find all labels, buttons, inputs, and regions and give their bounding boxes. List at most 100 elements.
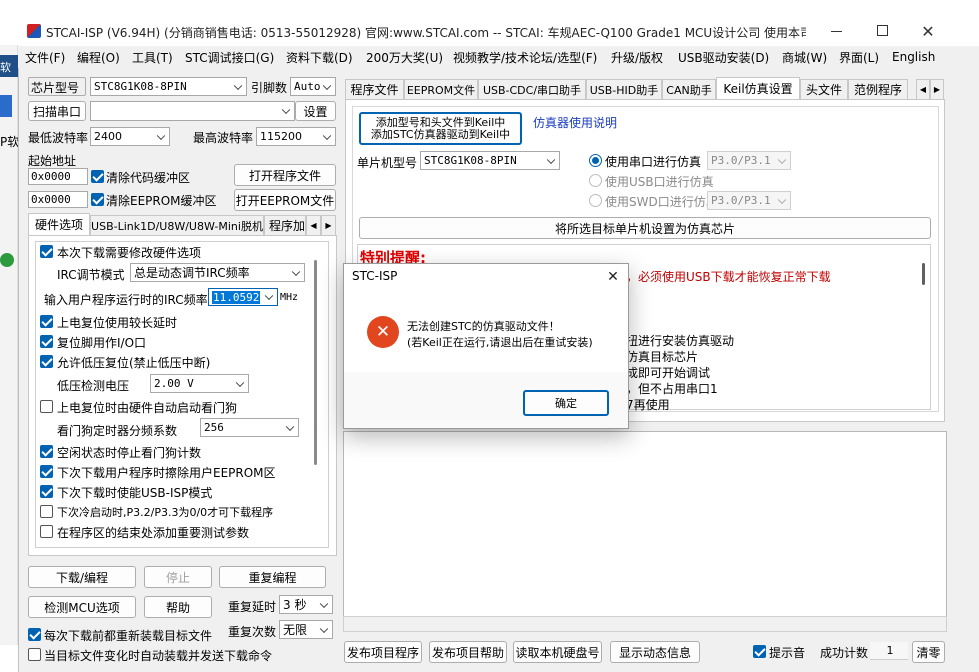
irc-freq-label: 输入用户程序运行时的IRC频率: [44, 293, 208, 307]
opt-testparam-checkbox[interactable]: [40, 525, 53, 538]
opt-wdt-checkbox[interactable]: [40, 400, 53, 413]
tab-can[interactable]: CAN助手: [662, 79, 716, 99]
radio-swd-emulation[interactable]: [589, 194, 602, 207]
menu-debug[interactable]: STC调试接口(G): [185, 49, 274, 66]
menu-interface[interactable]: 界面(L): [839, 49, 879, 66]
menu-download[interactable]: 资料下载(D): [286, 49, 353, 66]
scan-port-button[interactable]: 扫描串口: [28, 101, 86, 121]
repeat-delay-select[interactable]: 3 秒: [279, 595, 333, 614]
tab-program-add[interactable]: 程序加: [264, 215, 306, 235]
tab-keil-settings[interactable]: Keil仿真设置: [716, 77, 800, 99]
publish-help-button[interactable]: 发布项目帮助: [429, 641, 507, 663]
reload-label: 每次下载前都重新装载目标文件: [44, 629, 213, 643]
open-eeprom-button[interactable]: 打开EEPROM文件: [234, 189, 336, 211]
dialog-message-line2: (若Keil正在运行,请退出后在重试安装): [407, 336, 593, 349]
emulator-help-link[interactable]: 仿真器使用说明: [533, 114, 617, 131]
radio-usb-emulation[interactable]: [589, 174, 602, 187]
notice-line-8: 7再使用: [626, 398, 670, 412]
opt-poweron-delay-checkbox[interactable]: [40, 315, 53, 328]
autoload-checkbox[interactable]: [28, 648, 41, 661]
menu-shop[interactable]: 商城(W): [782, 49, 827, 66]
tab-usb-hid[interactable]: USB-HID助手: [586, 79, 662, 99]
opt-p32-checkbox[interactable]: [40, 505, 53, 518]
sound-checkbox[interactable]: [753, 645, 766, 658]
tab-usb-link[interactable]: USB-Link1D/U8W/U8W-Mini脱机: [90, 215, 264, 235]
opt-usb-isp-checkbox[interactable]: [40, 485, 53, 498]
irc-freq-select[interactable]: 11.0592: [208, 288, 278, 306]
settings-button[interactable]: 设置: [295, 101, 336, 121]
tab-eeprom-file[interactable]: EEPROM文件: [404, 79, 478, 99]
radio-serial-emulation[interactable]: [589, 154, 602, 167]
dialog-ok-button[interactable]: 确定: [523, 390, 609, 416]
read-disk-id-button[interactable]: 读取本机硬盘号: [513, 641, 602, 663]
clear-code-checkbox[interactable]: [91, 170, 104, 183]
code-address-input[interactable]: 0x0000: [28, 168, 88, 185]
menu-prize[interactable]: 200万大奖(U): [366, 49, 443, 66]
minimize-button[interactable]: [831, 31, 842, 32]
options-scrollbar[interactable]: [314, 260, 317, 465]
opt-idle-wdt-checkbox[interactable]: [40, 445, 53, 458]
port-select[interactable]: [90, 101, 295, 121]
window-title: STCAI-ISP (V6.94H) (分销商销售电话: 0513-550129…: [46, 26, 806, 40]
radio-swd-label: 使用SWD口进行仿真: [605, 195, 718, 209]
repeat-count-select[interactable]: 无限: [279, 620, 333, 639]
menu-tools[interactable]: 工具(T): [132, 49, 173, 66]
opt-lvd-checkbox[interactable]: [40, 355, 53, 368]
help-button[interactable]: 帮助: [144, 596, 212, 618]
show-dynamic-info-button[interactable]: 显示动态信息: [610, 641, 700, 663]
tab-program-file[interactable]: 程序文件: [345, 79, 404, 99]
dialog-close-icon[interactable]: ✕: [603, 267, 623, 287]
tab-scroll-left[interactable]: ◀: [306, 215, 321, 235]
open-program-button[interactable]: 打开程序文件: [234, 164, 336, 186]
dialog-message-line1: 无法创建STC的仿真驱动文件！: [407, 320, 560, 333]
wdt-divider-select[interactable]: 256: [200, 418, 299, 437]
add-to-keil-button[interactable]: 添加型号和头文件到Keil中 添加STC仿真器驱动到Keil中: [359, 112, 522, 145]
mcu-model-select[interactable]: STC8G1K08-8PIN: [420, 151, 560, 170]
max-baud-select[interactable]: 115200: [256, 127, 336, 146]
start-address-label: 起始地址: [28, 154, 77, 168]
add-keil-line1: 添加型号和头文件到Keil中: [375, 115, 506, 129]
stop-button[interactable]: 停止: [144, 566, 212, 588]
tab-scroll-right[interactable]: ▶: [321, 215, 336, 235]
min-baud-select[interactable]: 2400: [90, 127, 170, 146]
reprogram-button[interactable]: 重复编程: [219, 566, 326, 588]
menu-upgrade[interactable]: 升级/版权: [611, 49, 663, 66]
swd-pins-select[interactable]: P3.0/P3.1: [707, 191, 791, 210]
irc-mode-select[interactable]: 总是动态调节IRC频率: [130, 263, 305, 282]
tab-header-files[interactable]: 头文件: [800, 79, 848, 99]
chip-select[interactable]: STC8G1K08-8PIN: [90, 77, 247, 96]
menu-video[interactable]: 视频教学/技术论坛/选型(F): [453, 49, 597, 66]
menu-usb-driver[interactable]: USB驱动安装(D): [678, 49, 769, 66]
opt-erase-eeprom-checkbox[interactable]: [40, 465, 53, 478]
tab-hardware-options[interactable]: 硬件选项: [28, 213, 90, 235]
menu-file[interactable]: 文件(F): [25, 49, 65, 66]
output-hscroll[interactable]: [343, 616, 947, 632]
background-window-button: [0, 95, 12, 117]
menu-english[interactable]: English: [892, 50, 935, 64]
opt-reset-io-label: 复位脚用作I/O口: [57, 336, 147, 350]
right-tab-scroll-right[interactable]: ▶: [930, 79, 944, 99]
opt-reset-io-checkbox[interactable]: [40, 335, 53, 348]
right-tab-scroll-left[interactable]: ◀: [916, 79, 930, 99]
tab-examples[interactable]: 范例程序: [848, 79, 908, 99]
tab-usb-cdc[interactable]: USB-CDC/串口助手: [478, 79, 586, 99]
clear-eeprom-checkbox[interactable]: [91, 193, 104, 206]
clear-count-button[interactable]: 清零: [912, 641, 945, 663]
opt-p32-label: 下次冷启动时,P3.2/P3.3为0/0才可下载程序: [57, 506, 274, 519]
publish-program-button[interactable]: 发布项目程序: [344, 641, 422, 663]
pins-select[interactable]: Auto: [290, 77, 336, 96]
serial-pins-select[interactable]: P3.0/P3.1: [707, 151, 791, 170]
detect-mcu-button[interactable]: 检测MCU选项: [28, 596, 136, 618]
reload-checkbox[interactable]: [28, 628, 41, 641]
set-emulator-chip-button[interactable]: 将所选目标单片机设置为仿真芯片: [359, 217, 931, 239]
opt-modify-checkbox[interactable]: [40, 245, 53, 258]
output-log[interactable]: [343, 431, 947, 632]
download-button[interactable]: 下载/编程: [28, 566, 136, 588]
window-close-button[interactable]: ✕: [917, 20, 939, 42]
notice-scrollbar[interactable]: [922, 263, 925, 285]
eeprom-address-input[interactable]: 0x0000: [28, 191, 88, 208]
lvd-voltage-select[interactable]: 2.00 V: [150, 374, 249, 393]
notice-line-4: 扭进行安装仿真驱动: [626, 334, 735, 348]
menu-program[interactable]: 编程(O): [77, 49, 120, 66]
maximize-button[interactable]: [877, 25, 888, 36]
